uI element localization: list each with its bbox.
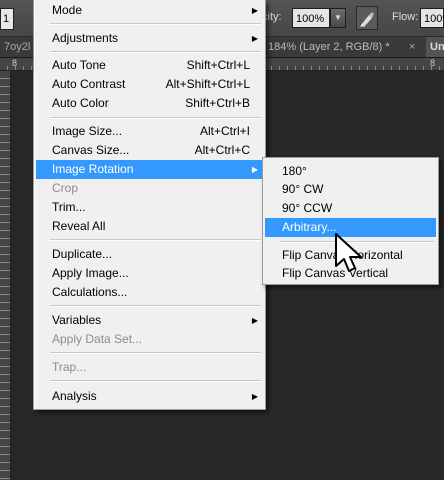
flow-input[interactable]: 100% bbox=[420, 8, 444, 28]
menu-shortcut: Alt+Ctrl+I bbox=[199, 124, 250, 138]
submenu-item-90-cw[interactable]: 90° CW bbox=[265, 180, 436, 199]
menu-item-label: Apply Image... bbox=[52, 266, 129, 280]
menu-item-label: Analysis bbox=[52, 389, 97, 403]
tab-document-name[interactable]: 7oy2l bbox=[4, 37, 30, 57]
tool-size-field[interactable]: 1 bbox=[0, 8, 14, 30]
vertical-ruler bbox=[0, 71, 11, 480]
menu-shortcut: Alt+Ctrl+C bbox=[194, 143, 250, 157]
menu-separator bbox=[50, 23, 261, 25]
ruler-label: 8 bbox=[430, 58, 436, 68]
menu-item-label: Canvas Size... bbox=[52, 143, 130, 157]
menu-item-trap: Trap... bbox=[36, 358, 263, 377]
flow-label: Flow: bbox=[392, 11, 419, 23]
menu-item-analysis[interactable]: Analysis ▶ bbox=[36, 387, 263, 406]
triangle-right-icon: ▶ bbox=[251, 165, 258, 174]
menu-item-label: Duplicate... bbox=[52, 247, 113, 261]
triangle-right-icon: ▶ bbox=[251, 34, 258, 43]
menu-item-label: Crop bbox=[52, 181, 79, 195]
menu-separator bbox=[50, 305, 261, 307]
menu-item-label: Auto Contrast bbox=[52, 77, 126, 91]
menu-item-label: 90° CCW bbox=[282, 201, 333, 215]
menu-item-label: Image Rotation bbox=[52, 162, 134, 176]
menu-separator bbox=[50, 239, 261, 241]
menu-item-auto-contrast[interactable]: Auto Contrast Alt+Shift+Ctrl+L bbox=[36, 75, 263, 94]
menu-item-label: Mode bbox=[52, 3, 83, 17]
submenu-item-180[interactable]: 180° bbox=[265, 162, 436, 181]
menu-item-crop: Crop bbox=[36, 179, 263, 198]
airbrush-icon bbox=[360, 12, 374, 27]
triangle-down-icon: ▼ bbox=[334, 13, 342, 22]
triangle-right-icon: ▶ bbox=[251, 316, 258, 325]
menu-item-label: Auto Tone bbox=[52, 58, 106, 72]
menu-item-label: Arbitrary... bbox=[282, 220, 337, 234]
menu-item-variables[interactable]: Variables ▶ bbox=[36, 311, 263, 330]
menu-item-label: Trim... bbox=[52, 200, 86, 214]
menu-item-canvas-size[interactable]: Canvas Size... Alt+Ctrl+C bbox=[36, 141, 263, 160]
image-menu: Mode ▶ Adjustments ▶ Auto Tone Shift+Ctr… bbox=[33, 0, 266, 410]
opacity-input[interactable]: 100% bbox=[292, 8, 330, 28]
menu-item-adjustments[interactable]: Adjustments ▶ bbox=[36, 29, 263, 48]
menu-item-auto-tone[interactable]: Auto Tone Shift+Ctrl+L bbox=[36, 56, 263, 75]
tab-document-info[interactable]: 184% (Layer 2, RGB/8) * bbox=[268, 37, 390, 57]
triangle-right-icon: ▶ bbox=[251, 6, 258, 15]
menu-item-auto-color[interactable]: Auto Color Shift+Ctrl+B bbox=[36, 94, 263, 113]
menu-item-label: Auto Color bbox=[52, 96, 109, 110]
menu-shortcut: Alt+Shift+Ctrl+L bbox=[165, 77, 250, 91]
menu-item-image-size[interactable]: Image Size... Alt+Ctrl+I bbox=[36, 122, 263, 141]
menu-item-label: Variables bbox=[52, 313, 102, 327]
menu-item-label: Reveal All bbox=[52, 219, 106, 233]
menu-item-apply-image[interactable]: Apply Image... bbox=[36, 264, 263, 283]
pointer-cursor-icon bbox=[335, 233, 362, 272]
menu-item-image-rotation[interactable]: Image Rotation ▶ bbox=[36, 160, 263, 179]
menu-separator bbox=[50, 51, 261, 53]
menu-shortcut: Shift+Ctrl+L bbox=[186, 58, 250, 72]
airbrush-toggle-button[interactable] bbox=[356, 6, 378, 30]
menu-item-label: Adjustments bbox=[52, 31, 119, 45]
menu-item-label: Calculations... bbox=[52, 285, 128, 299]
menu-item-label: Apply Data Set... bbox=[52, 332, 143, 346]
menu-item-label: 180° bbox=[282, 164, 307, 178]
menu-item-calculations[interactable]: Calculations... bbox=[36, 283, 263, 302]
menu-item-trim[interactable]: Trim... bbox=[36, 198, 263, 217]
menu-item-label: Trap... bbox=[52, 360, 87, 374]
tab-close-icon[interactable]: × bbox=[409, 37, 415, 57]
menu-item-duplicate[interactable]: Duplicate... bbox=[36, 245, 263, 264]
menu-item-apply-data-set: Apply Data Set... bbox=[36, 330, 263, 349]
menu-shortcut: Shift+Ctrl+B bbox=[185, 96, 250, 110]
menu-item-label: 90° CW bbox=[282, 182, 324, 196]
menu-item-label: Image Size... bbox=[52, 124, 123, 138]
ruler-label: 8 bbox=[12, 58, 18, 68]
tab-untitled[interactable]: Un bbox=[426, 37, 444, 57]
submenu-item-90-ccw[interactable]: 90° CCW bbox=[265, 199, 436, 218]
menu-item-mode[interactable]: Mode ▶ bbox=[36, 1, 263, 20]
triangle-right-icon: ▶ bbox=[251, 392, 258, 401]
menu-separator bbox=[50, 380, 261, 382]
menu-separator bbox=[50, 352, 261, 354]
menu-separator bbox=[50, 117, 261, 119]
opacity-dropdown-button[interactable]: ▼ bbox=[330, 8, 346, 28]
menu-item-reveal-all[interactable]: Reveal All bbox=[36, 217, 263, 236]
